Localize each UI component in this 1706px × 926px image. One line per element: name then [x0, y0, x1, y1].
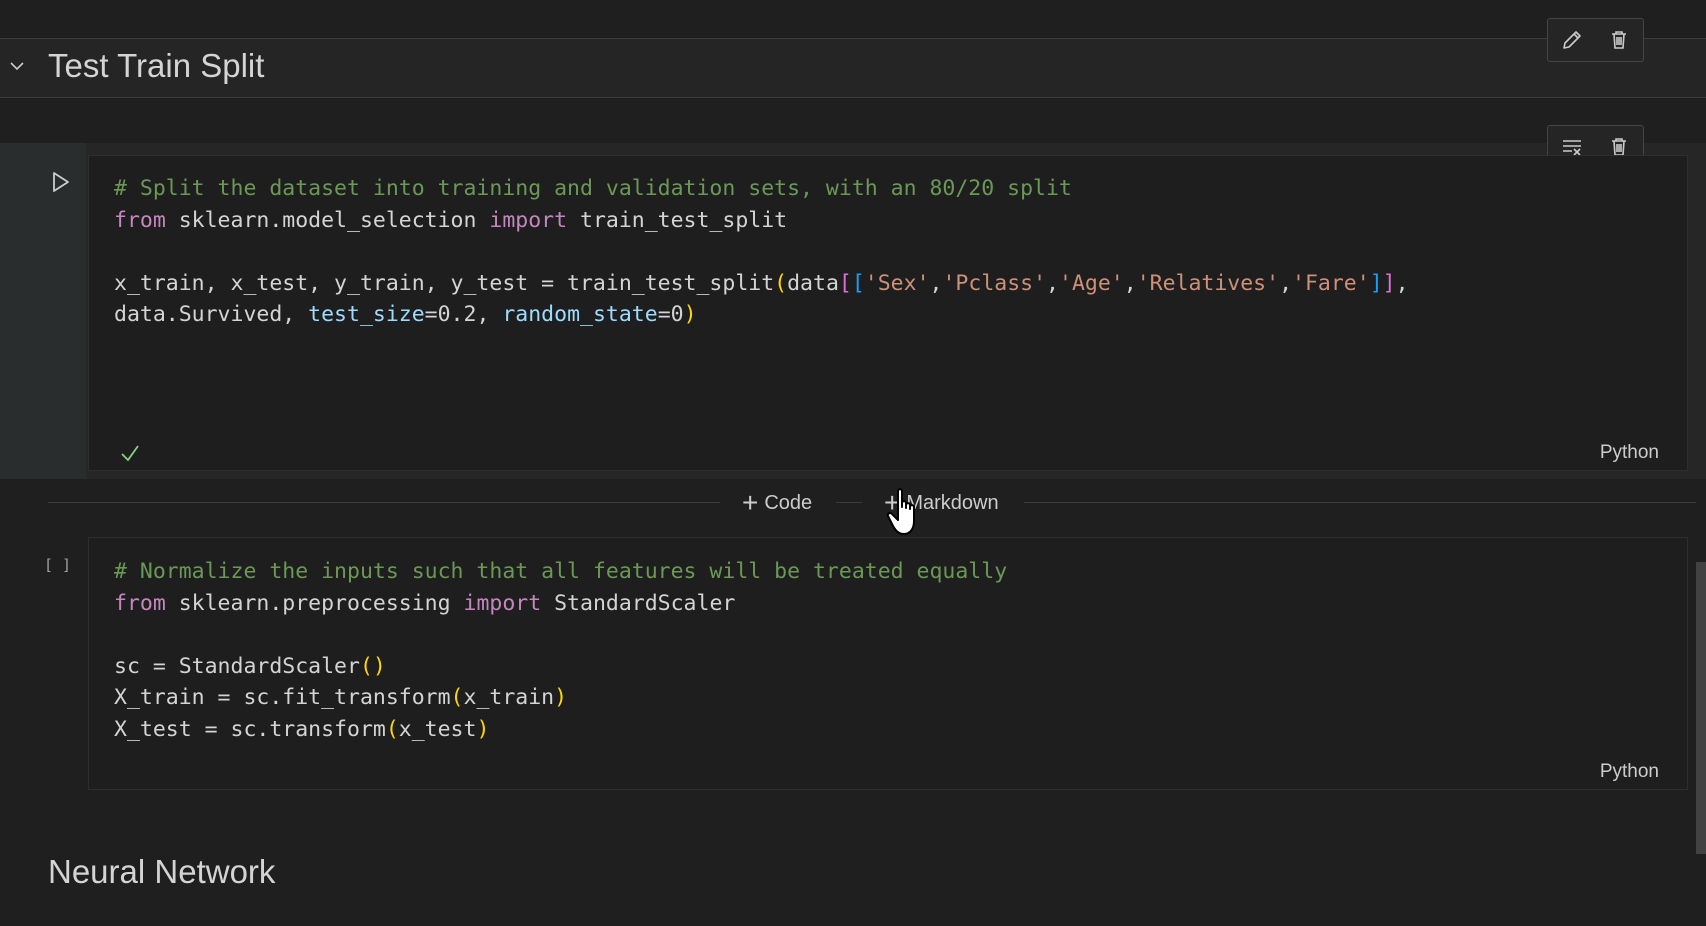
code-line: # Split the dataset into training and va… — [114, 176, 1072, 201]
cell-gutter — [0, 143, 86, 479]
scrollbar-thumb[interactable] — [1696, 562, 1706, 854]
code-line: from sklearn.model_selection import trai… — [114, 207, 788, 233]
code-line: data.Survived, test_size=0.2, random_sta… — [114, 302, 697, 328]
pencil-icon — [1562, 31, 1581, 49]
hand-cursor-icon — [886, 488, 915, 535]
checkmark-icon — [121, 445, 139, 462]
markdown-heading: Neural Network — [48, 853, 276, 890]
markdown-cell-toolbar — [1547, 18, 1644, 62]
code-line: x_train, x_test, y_train, y_test = train… — [114, 270, 1409, 296]
divider — [48, 502, 720, 503]
code-line: X_train = sc.fit_transform(x_train) — [114, 685, 568, 711]
code-line: # Normalize the inputs such that all fea… — [114, 559, 1008, 584]
code-line: from sklearn.preprocessing import Standa… — [114, 590, 736, 616]
code-line: sc = StandardScaler() — [114, 653, 386, 679]
divider — [1024, 502, 1696, 503]
add-code-label: Code — [764, 491, 813, 514]
run-cell-icon[interactable] — [50, 170, 72, 194]
code-content[interactable]: # Normalize the inputs such that all fea… — [114, 556, 1007, 746]
language-indicator[interactable]: Python — [1600, 442, 1659, 464]
code-line: X_test = sc.transform(x_test) — [114, 716, 490, 742]
add-code-cell-button[interactable]: + Code — [742, 488, 812, 518]
code-cell-editor[interactable]: # Normalize the inputs such that all fea… — [88, 537, 1688, 790]
delete-cell-button[interactable] — [1602, 23, 1636, 57]
trash-icon — [1612, 31, 1627, 49]
edit-button[interactable] — [1555, 23, 1589, 57]
code-cell-editor[interactable]: # Split the dataset into training and va… — [88, 155, 1688, 471]
code-content[interactable]: # Split the dataset into training and va… — [114, 173, 1409, 331]
markdown-heading: Test Train Split — [48, 47, 265, 84]
divider — [836, 502, 862, 503]
execution-count: [ ] — [44, 556, 72, 574]
plus-icon: + — [742, 487, 759, 518]
language-indicator[interactable]: Python — [1600, 761, 1659, 783]
chevron-down-icon[interactable] — [8, 57, 26, 75]
